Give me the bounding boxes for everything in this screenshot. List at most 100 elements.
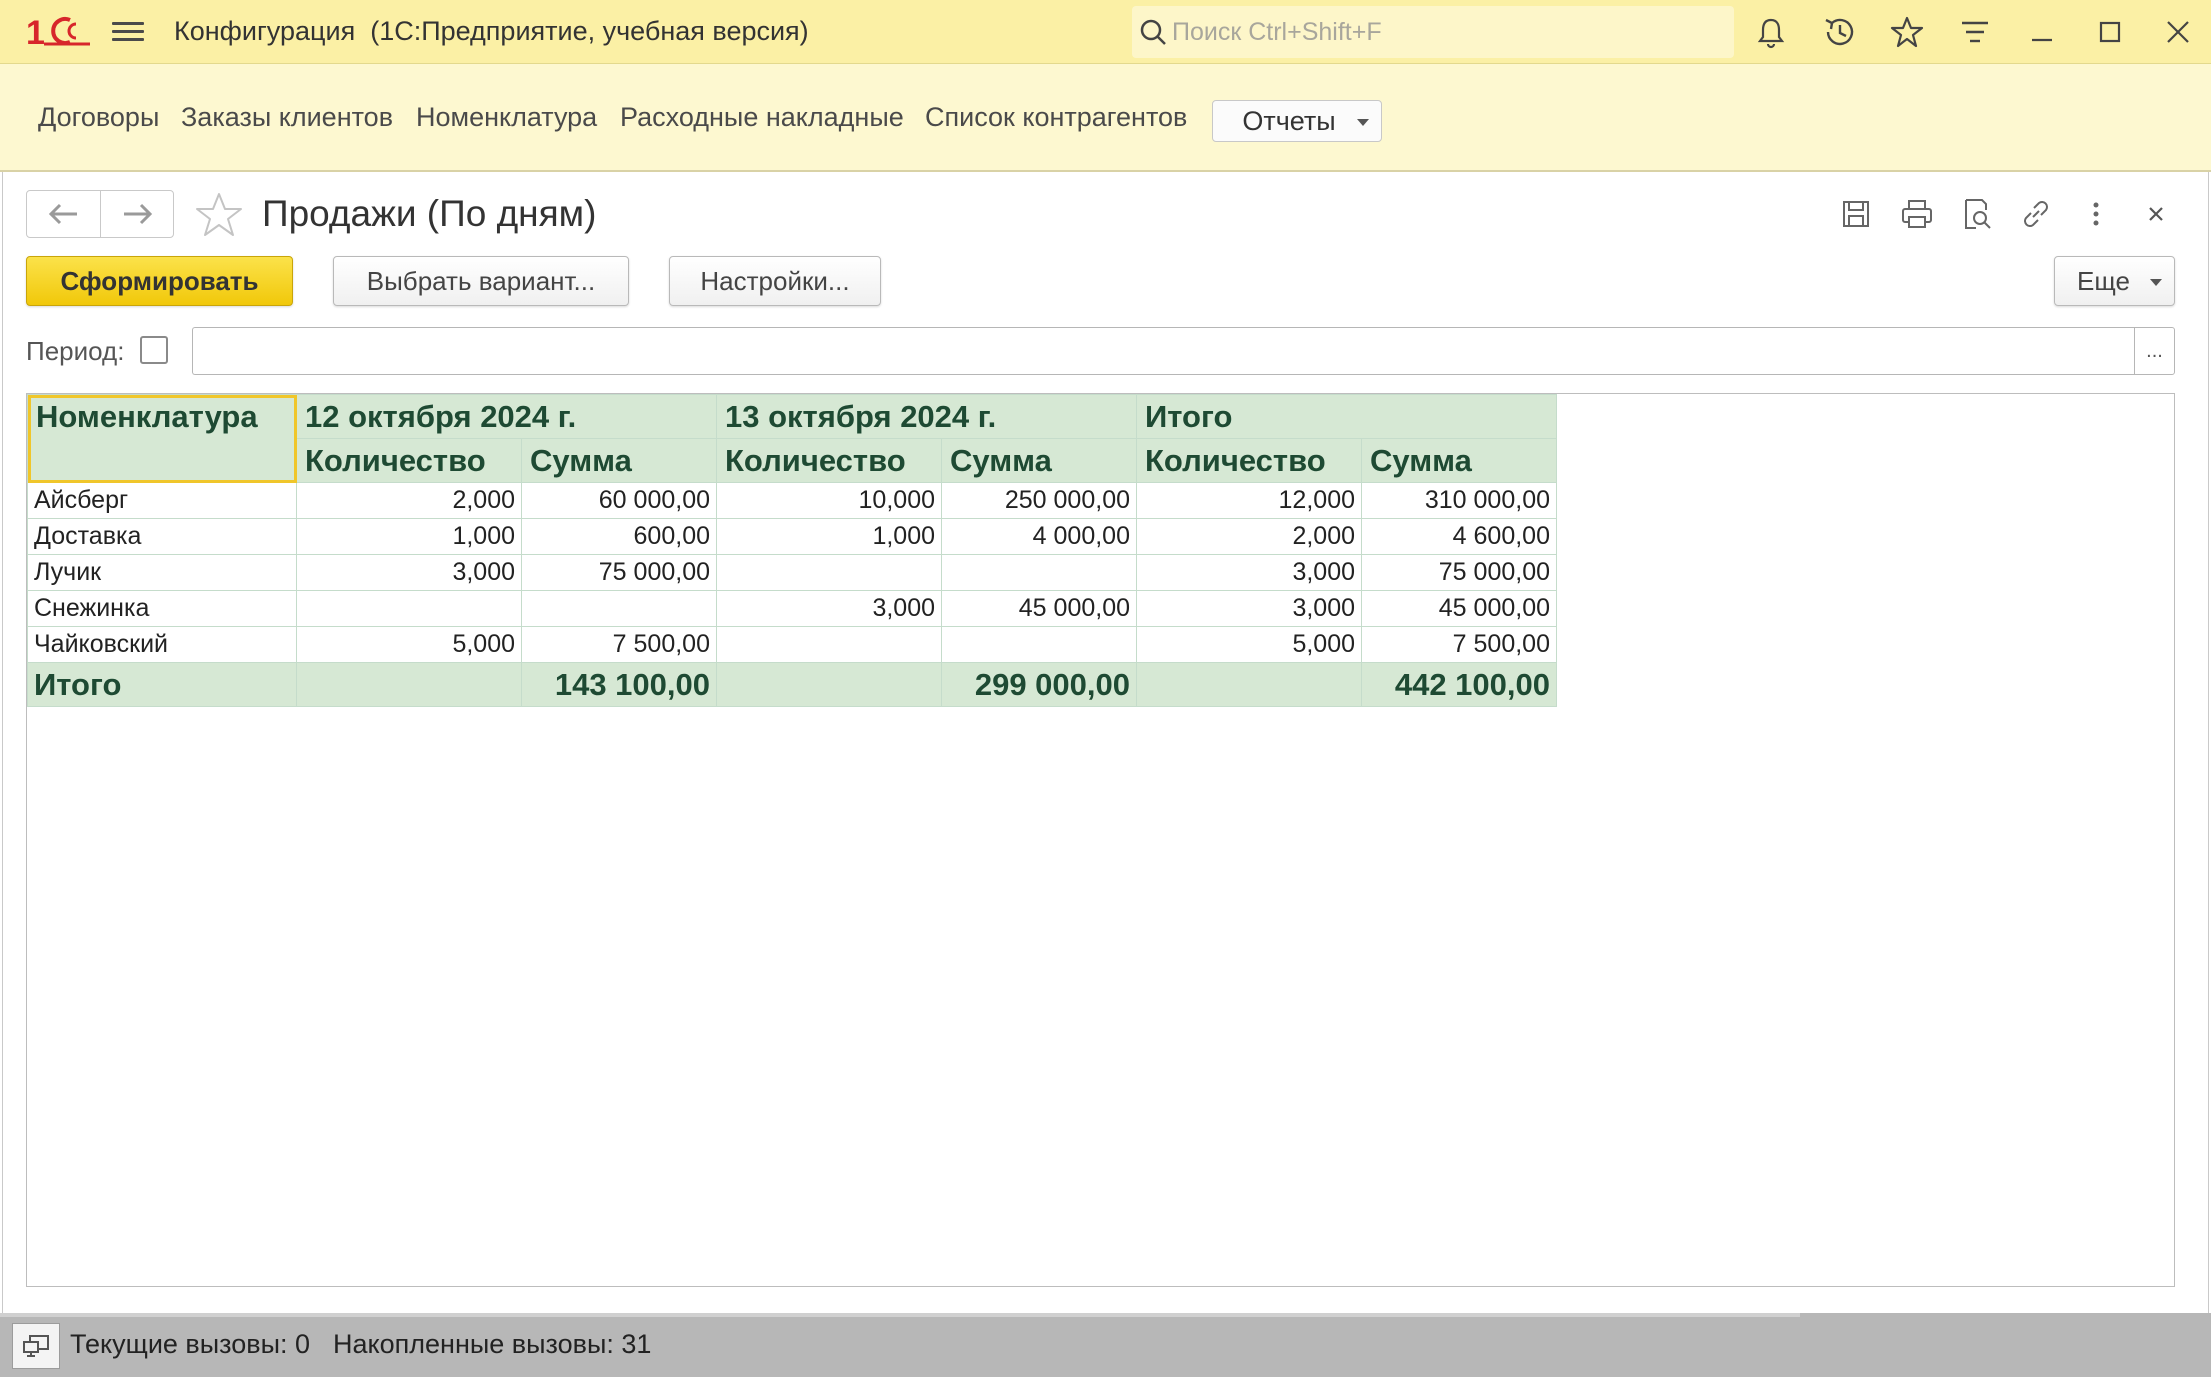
1c-logo-icon: 1 [26, 14, 90, 52]
current-calls: Текущие вызовы: 0 [70, 1329, 311, 1359]
section-link-counterparties[interactable]: Список контрагентов [925, 102, 1187, 133]
cell-quantity[interactable]: 3,000 [296, 554, 522, 591]
total-cell[interactable]: 299 000,00 [941, 662, 1137, 707]
global-search[interactable] [1132, 6, 1734, 58]
history-icon[interactable] [1822, 14, 1858, 50]
cell-quantity[interactable]: 12,000 [1136, 482, 1362, 519]
period-select-button[interactable]: ... [2134, 327, 2175, 375]
cell-sum[interactable]: 310 000,00 [1361, 482, 1557, 519]
header-quantity: Количество [1136, 438, 1362, 483]
cell-quantity[interactable]: 3,000 [716, 590, 942, 627]
cell-quantity[interactable]: 1,000 [716, 518, 942, 555]
cell-quantity[interactable]: 10,000 [716, 482, 942, 519]
more-vertical-icon[interactable] [2078, 196, 2114, 232]
report-header-row: Номенклатура 12 октября 2024 г. 13 октяб… [27, 394, 1557, 483]
svg-text:1: 1 [26, 14, 45, 52]
cell-quantity[interactable]: 5,000 [296, 626, 522, 663]
header-group: 13 октября 2024 г. [716, 394, 1137, 439]
bell-icon[interactable] [1753, 14, 1789, 50]
cell-quantity[interactable]: 2,000 [1136, 518, 1362, 555]
cell-quantity[interactable]: 1,000 [296, 518, 522, 555]
table-row: Лучик 3,000 75 000,00 3,000 75 000,00 [27, 554, 1557, 591]
back-button[interactable] [27, 191, 100, 237]
generate-button[interactable]: Сформировать [26, 256, 293, 306]
row-item-name[interactable]: Чайковский [27, 626, 297, 663]
total-cell[interactable] [716, 662, 942, 707]
close-icon[interactable] [2160, 14, 2196, 50]
cell-quantity[interactable] [716, 626, 942, 663]
settings-button[interactable]: Настройки... [669, 256, 881, 306]
row-item-name[interactable]: Доставка [27, 518, 297, 555]
cell-sum[interactable]: 600,00 [521, 518, 717, 555]
arrow-left-icon [48, 203, 77, 225]
functions-menu-icon[interactable] [1957, 14, 1993, 50]
total-cell[interactable] [1136, 662, 1362, 707]
app-title: Конфигурация (1С:Предприятие, учебная ве… [174, 16, 809, 46]
performance-monitor-button[interactable] [12, 1323, 60, 1369]
cell-sum[interactable] [941, 626, 1137, 663]
section-link-sales-invoices[interactable]: Расходные накладные [620, 102, 904, 133]
period-input[interactable] [192, 327, 2134, 375]
status-scroll-strip [0, 1313, 1800, 1317]
cell-sum[interactable] [521, 590, 717, 627]
cell-sum[interactable]: 45 000,00 [1361, 590, 1557, 627]
cell-sum[interactable]: 45 000,00 [941, 590, 1137, 627]
total-cell[interactable]: 143 100,00 [521, 662, 717, 707]
cell-sum[interactable] [941, 554, 1137, 591]
report-table: Номенклатура 12 октября 2024 г. 13 октяб… [27, 394, 1557, 707]
star-icon[interactable] [1889, 14, 1925, 50]
monitor-icon [23, 1335, 49, 1357]
header-sum: Сумма [941, 438, 1137, 483]
header-sum: Сумма [1361, 438, 1557, 483]
cell-sum[interactable]: 7 500,00 [521, 626, 717, 663]
cell-sum[interactable]: 250 000,00 [941, 482, 1137, 519]
maximize-icon[interactable] [2092, 14, 2128, 50]
section-link-nomenclature[interactable]: Номенклатура [416, 102, 597, 133]
total-cell[interactable] [296, 662, 522, 707]
table-row: Айсберг 2,000 60 000,00 10,000 250 000,00 12,… [27, 482, 1557, 519]
row-item-name[interactable]: Снежинка [27, 590, 297, 627]
total-cell[interactable]: 442 100,00 [1361, 662, 1557, 707]
table-row: Доставка 1,000 600,00 1,000 4 000,00 2,000 4 6… [27, 518, 1557, 555]
link-icon[interactable] [2018, 196, 2054, 232]
save-icon[interactable] [1838, 196, 1874, 232]
cell-sum[interactable]: 7 500,00 [1361, 626, 1557, 663]
cell-quantity[interactable] [296, 590, 522, 627]
header-sum: Сумма [521, 438, 717, 483]
main-menu-icon[interactable] [112, 18, 144, 46]
cell-quantity[interactable]: 2,000 [296, 482, 522, 519]
print-icon[interactable] [1899, 196, 1935, 232]
period-checkbox[interactable] [140, 336, 168, 364]
total-label[interactable]: Итого [27, 662, 297, 707]
form-close-icon[interactable] [2138, 196, 2174, 232]
cell-quantity[interactable]: 5,000 [1136, 626, 1362, 663]
cell-sum[interactable]: 4 600,00 [1361, 518, 1557, 555]
table-row: Чайковский 5,000 7 500,00 5,000 7 500,00 [27, 626, 1557, 663]
cell-quantity[interactable] [716, 554, 942, 591]
title-bar: 1 Конфигурация (1С:Предприятие, учебная … [0, 0, 2211, 64]
cell-sum[interactable]: 75 000,00 [521, 554, 717, 591]
section-link-customer-orders[interactable]: Заказы клиентов [181, 102, 393, 133]
minimize-icon[interactable] [2024, 14, 2060, 50]
header-group: Итого [1136, 394, 1557, 439]
more-button[interactable]: Еще [2054, 256, 2175, 306]
accumulated-calls: Накопленные вызовы: 31 [333, 1329, 652, 1359]
favorite-star-icon[interactable] [194, 190, 244, 240]
search-input[interactable] [1172, 17, 1712, 47]
preview-icon[interactable] [1958, 196, 1994, 232]
cell-sum[interactable]: 4 000,00 [941, 518, 1137, 555]
section-link-contracts[interactable]: Договоры [38, 102, 159, 133]
report-spreadsheet[interactable]: Номенклатура 12 октября 2024 г. 13 октяб… [26, 393, 2175, 1287]
forward-button[interactable] [100, 191, 173, 237]
cell-quantity[interactable]: 3,000 [1136, 590, 1362, 627]
cell-sum[interactable]: 75 000,00 [1361, 554, 1557, 591]
choose-variant-button[interactable]: Выбрать вариант... [333, 256, 629, 306]
cell-quantity[interactable]: 3,000 [1136, 554, 1362, 591]
row-item-name[interactable]: Айсберг [27, 482, 297, 519]
reports-dropdown[interactable]: Отчеты [1212, 100, 1382, 142]
period-label: Период: [26, 336, 125, 366]
row-item-name[interactable]: Лучик [27, 554, 297, 591]
report-body: Айсберг 2,000 60 000,00 10,000 250 000,00 12,… [27, 482, 1557, 707]
cell-sum[interactable]: 60 000,00 [521, 482, 717, 519]
header-nomenclature[interactable]: Номенклатура [27, 394, 297, 483]
